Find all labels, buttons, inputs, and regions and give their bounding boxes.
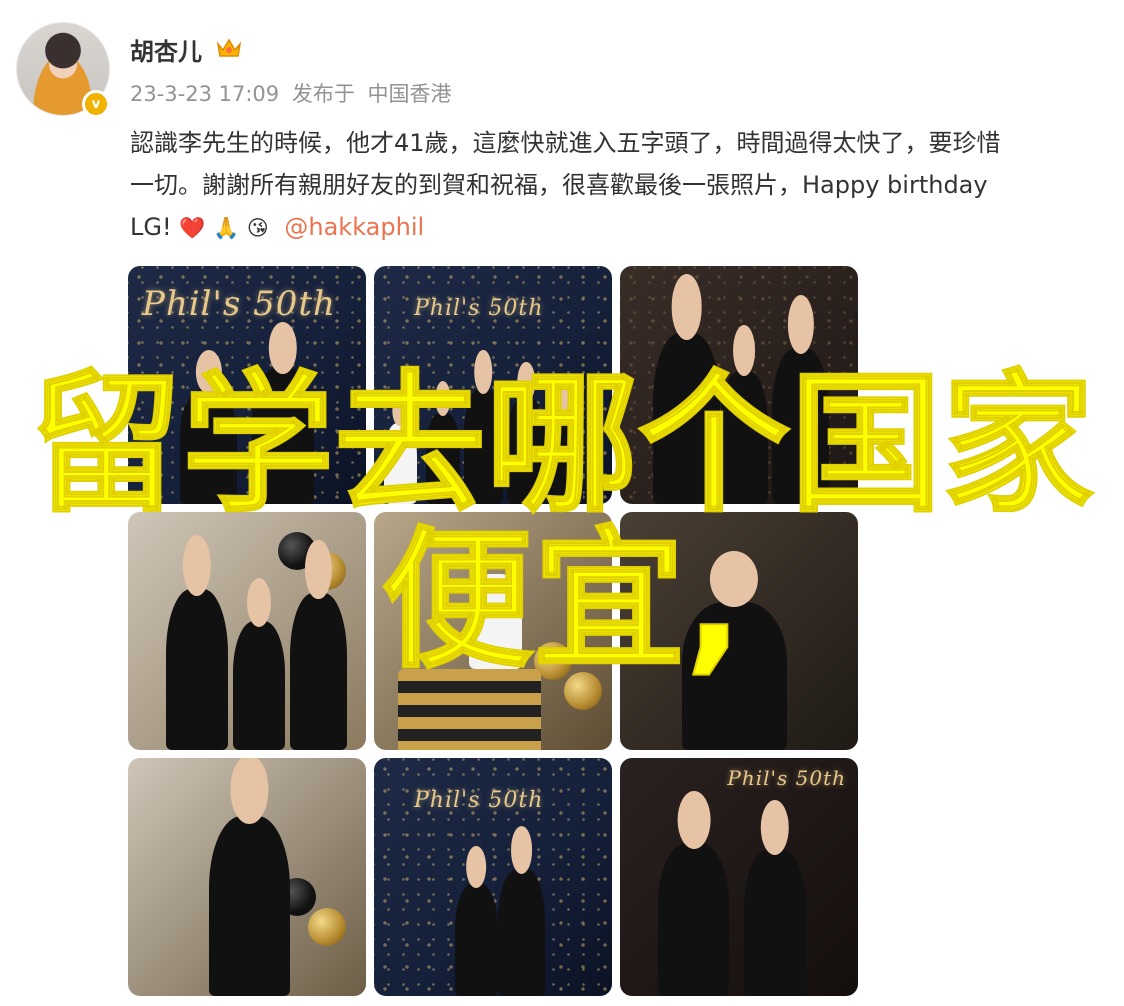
mention-link[interactable]: @hakkaphil	[284, 213, 424, 241]
photo-thumbnail[interactable]: Phil's 50th	[620, 758, 858, 996]
username[interactable]: 胡杏儿	[130, 32, 202, 67]
post-text-line: LG! ❤️ 🙏 😘 @hakkaphil	[130, 206, 1110, 249]
photo-sign: Phil's 50th	[414, 296, 544, 321]
photo-sign: Phil's 50th	[414, 788, 544, 813]
kiss-emoji-icon: 😘	[246, 216, 269, 240]
post-meta: 23-3-23 17:09 发布于 中国香港	[130, 78, 452, 108]
photo-thumbnail[interactable]: Phil's 50th	[128, 266, 366, 504]
post-text-line: 認識李先生的時候，他才41歲，這麼快就進入五字頭了，時間過得太快了，要珍惜	[130, 129, 1001, 157]
photo-sign: Phil's 50th	[142, 284, 336, 324]
photo-thumbnail[interactable]: Phil's 50th	[374, 758, 612, 996]
photo-thumbnail[interactable]	[620, 266, 858, 504]
photo-thumbnail[interactable]	[620, 512, 858, 750]
photo-sign: Phil's 50th	[727, 766, 846, 790]
post-text-prefix: LG!	[130, 213, 172, 241]
verified-badge-icon: v	[82, 90, 110, 118]
photo-thumbnail[interactable]	[374, 512, 612, 750]
post-location: 中国香港	[367, 82, 452, 106]
heart-emoji-icon: ❤️	[179, 216, 206, 240]
weibo-post: v 胡杏儿 23-3-23 17:09 发布于 中国香港 認識李先生的時候，他才…	[0, 0, 1124, 1006]
photo-grid: Phil's 50th Phil's 50th Phil's 50th Phil…	[128, 266, 858, 996]
post-text-line: 一切。謝謝所有親朋好友的到賀和祝福，很喜歡最後一張照片，Happy birthd…	[130, 171, 988, 199]
pray-emoji-icon: 🙏	[213, 216, 240, 240]
photo-thumbnail[interactable]: Phil's 50th	[374, 266, 612, 504]
post-source: 发布于	[291, 82, 355, 106]
crown-icon	[216, 38, 242, 57]
photo-thumbnail[interactable]	[128, 758, 366, 996]
post-time[interactable]: 23-3-23 17:09	[130, 82, 279, 106]
post-text: 認識李先生的時候，他才41歲，這麼快就進入五字頭了，時間過得太快了，要珍惜 一切…	[130, 122, 1110, 249]
photo-thumbnail[interactable]	[128, 512, 366, 750]
